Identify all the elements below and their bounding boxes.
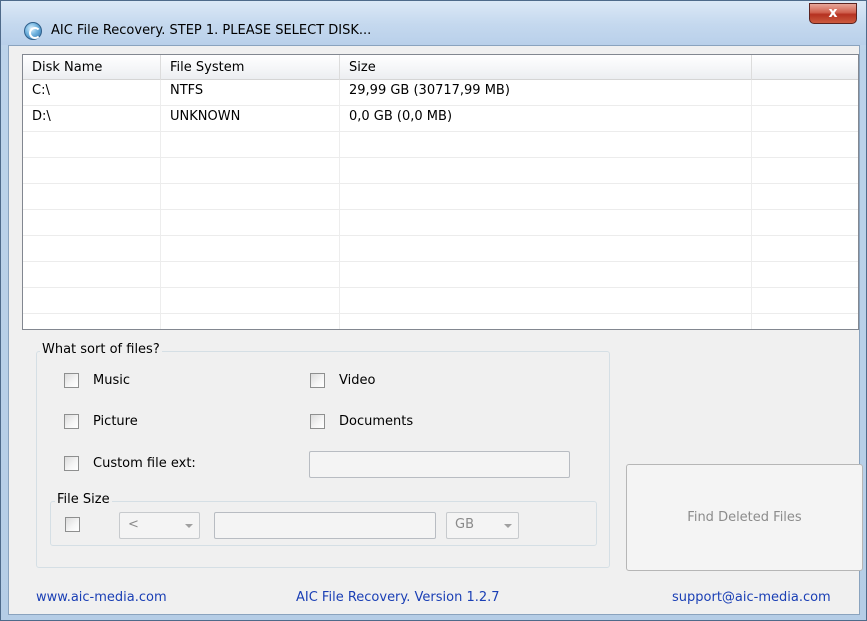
video-label: Video: [339, 373, 376, 388]
size-unit-value: GB: [455, 517, 474, 532]
table-row-empty: [23, 210, 858, 236]
file-system-cell: NTFS: [170, 83, 204, 98]
disk-list[interactable]: Disk Name File System Size C:\ NTFS 29,9…: [22, 54, 859, 330]
table-row-empty: [23, 236, 858, 262]
client-area: Disk Name File System Size C:\ NTFS 29,9…: [8, 45, 863, 615]
table-row-empty: [23, 262, 858, 288]
website-link[interactable]: www.aic-media.com: [36, 590, 167, 605]
custom-ext-input[interactable]: [309, 451, 570, 478]
table-row-empty: [23, 132, 858, 158]
table-row[interactable]: C:\ NTFS 29,99 GB (30717,99 MB): [23, 80, 858, 106]
file-size-legend: File Size: [55, 492, 112, 507]
custom-ext-label: Custom file ext:: [93, 456, 196, 471]
table-row-empty: [23, 288, 858, 314]
close-button[interactable]: x: [809, 3, 857, 24]
picture-checkbox[interactable]: [64, 414, 79, 429]
disk-name-cell: C:\: [32, 83, 50, 98]
size-operator-value: <: [128, 517, 139, 532]
file-size-checkbox[interactable]: [65, 517, 80, 532]
documents-label: Documents: [339, 414, 414, 429]
support-email-link[interactable]: support@aic-media.com: [672, 590, 831, 605]
table-row-empty: [23, 158, 858, 184]
table-row-empty: [23, 184, 858, 210]
table-row[interactable]: D:\ UNKNOWN 0,0 GB (0,0 MB): [23, 106, 858, 132]
app-disc-icon: [24, 22, 42, 40]
music-label: Music: [93, 373, 130, 388]
video-checkbox[interactable]: [310, 373, 325, 388]
size-value-input[interactable]: [214, 512, 436, 539]
size-cell: 29,99 GB (30717,99 MB): [349, 83, 510, 98]
version-text: AIC File Recovery. Version 1.2.7: [296, 590, 500, 605]
column-header-size[interactable]: Size: [340, 55, 752, 80]
title-bar[interactable]: AIC File Recovery. STEP 1. PLEASE SELECT…: [1, 1, 866, 45]
app-window: AIC File Recovery. STEP 1. PLEASE SELECT…: [0, 0, 867, 621]
disk-list-body: C:\ NTFS 29,99 GB (30717,99 MB) D:\ UNKN…: [23, 80, 858, 314]
file-type-legend: What sort of files?: [40, 342, 162, 357]
file-system-cell: UNKNOWN: [170, 109, 241, 124]
custom-ext-checkbox[interactable]: [64, 456, 79, 471]
music-checkbox[interactable]: [64, 373, 79, 388]
find-deleted-files-button[interactable]: Find Deleted Files: [626, 464, 863, 571]
disk-name-cell: D:\: [32, 109, 51, 124]
picture-label: Picture: [93, 414, 138, 429]
column-header-empty: [752, 55, 858, 80]
chevron-down-icon: [185, 524, 193, 528]
window-title: AIC File Recovery. STEP 1. PLEASE SELECT…: [51, 23, 372, 38]
size-operator-dropdown[interactable]: <: [119, 512, 200, 539]
size-unit-dropdown[interactable]: GB: [446, 512, 519, 539]
size-cell: 0,0 GB (0,0 MB): [349, 109, 453, 124]
documents-checkbox[interactable]: [310, 414, 325, 429]
column-header-disk-name[interactable]: Disk Name: [23, 55, 161, 80]
chevron-down-icon: [504, 524, 512, 528]
disk-list-header: Disk Name File System Size: [23, 55, 858, 80]
column-header-file-system[interactable]: File System: [161, 55, 340, 80]
